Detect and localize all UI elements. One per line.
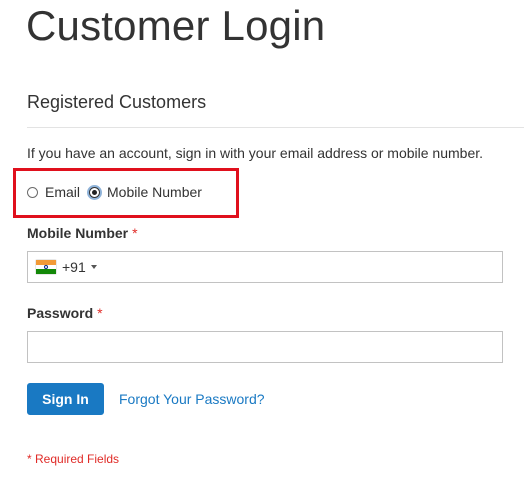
page-title: Customer Login bbox=[26, 2, 326, 49]
required-asterisk: * bbox=[132, 225, 138, 241]
email-radio-label[interactable]: Email bbox=[45, 184, 80, 200]
caret-down-icon bbox=[90, 265, 97, 269]
required-fields-note: * Required Fields bbox=[27, 452, 120, 466]
mobile-number-radio-label[interactable]: Mobile Number bbox=[107, 184, 202, 200]
sign-in-button[interactable]: Sign In bbox=[27, 383, 104, 415]
section-divider bbox=[27, 127, 524, 128]
india-flag-icon bbox=[36, 260, 56, 275]
password-label: Password * bbox=[27, 305, 103, 321]
login-intro-text: If you have an account, sign in with you… bbox=[27, 145, 484, 161]
dial-code: +91 bbox=[62, 259, 86, 275]
section-title: Registered Customers bbox=[27, 92, 207, 112]
mobile-number-label: Mobile Number * bbox=[27, 225, 138, 241]
email-radio[interactable] bbox=[27, 186, 38, 198]
mobile-number-label-text: Mobile Number bbox=[27, 225, 129, 241]
country-code-dropdown[interactable]: +91 bbox=[36, 252, 97, 282]
mobile-number-input[interactable]: +91 bbox=[27, 251, 503, 283]
forgot-password-link[interactable]: Forgot Your Password? bbox=[119, 391, 265, 407]
mobile-number-radio[interactable] bbox=[89, 186, 101, 198]
required-asterisk: * bbox=[97, 305, 103, 321]
password-input[interactable] bbox=[27, 331, 503, 363]
password-label-text: Password bbox=[27, 305, 94, 321]
login-type-selector: Email Mobile Number bbox=[27, 182, 202, 202]
